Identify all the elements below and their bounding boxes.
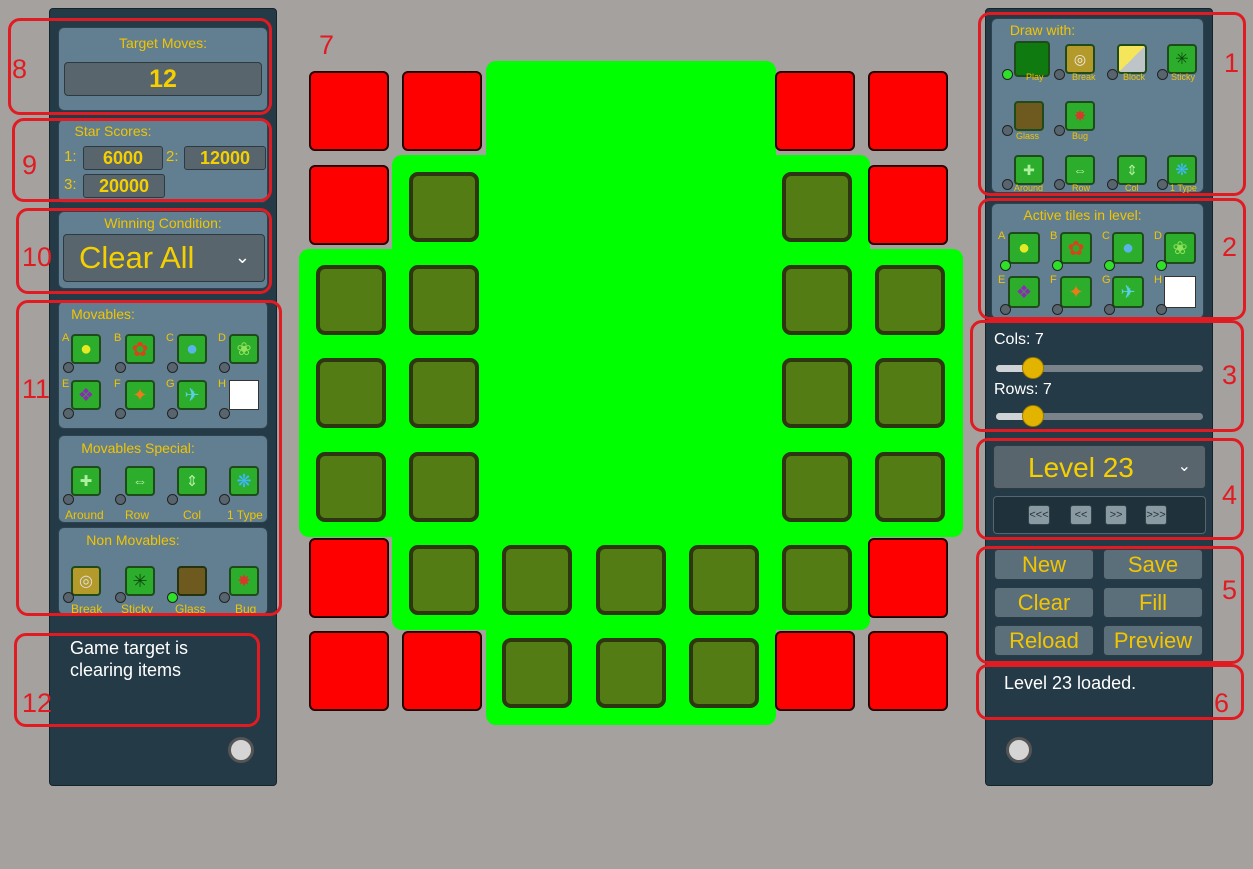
annotation-box-9 [12, 118, 272, 202]
annotation-label-4: 4 [1222, 480, 1238, 510]
annotation-label-9: 9 [22, 150, 38, 180]
board-cell-r4c1[interactable] [409, 452, 479, 522]
annotation-label-1: 1 [1224, 48, 1240, 78]
board-cell-r3c1[interactable] [409, 358, 479, 428]
annotation-box-4 [976, 438, 1244, 540]
board-cell-r5c6[interactable] [868, 538, 948, 618]
board-cell-r6c3[interactable] [596, 638, 666, 708]
board-cell-r3c0[interactable] [316, 358, 386, 428]
board-cell-r6c0[interactable] [309, 631, 389, 711]
board-cell-r5c5[interactable] [782, 545, 852, 615]
board-cell-r6c6[interactable] [868, 631, 948, 711]
board-cell-r1c5[interactable] [782, 172, 852, 242]
board-cell-r4c0[interactable] [316, 452, 386, 522]
annotation-box-10 [16, 208, 272, 294]
board-cell-r5c3[interactable] [596, 545, 666, 615]
annotation-box-5 [976, 546, 1244, 664]
board-cell-r4c6[interactable] [875, 452, 945, 522]
board-cell-r6c1[interactable] [402, 631, 482, 711]
board-cell-r2c6[interactable] [875, 265, 945, 335]
annotation-label-3: 3 [1222, 360, 1238, 390]
board-cell-r2c1[interactable] [409, 265, 479, 335]
board-cell-r5c4[interactable] [689, 545, 759, 615]
board-cell-r6c4[interactable] [689, 638, 759, 708]
board-cell-r1c0[interactable] [309, 165, 389, 245]
board-cell-r4c5[interactable] [782, 452, 852, 522]
board-cell-r5c2[interactable] [502, 545, 572, 615]
annotation-label-5: 5 [1222, 575, 1238, 605]
annotation-box-11 [16, 300, 282, 616]
board-bg-wide [299, 249, 963, 537]
board-cell-r3c6[interactable] [875, 358, 945, 428]
board-cell-r3c5[interactable] [782, 358, 852, 428]
settings-knob-icon[interactable] [228, 737, 254, 763]
annotation-label-6: 6 [1214, 688, 1230, 718]
annotation-label-2: 2 [1222, 232, 1238, 262]
settings-knob-icon[interactable] [1006, 737, 1032, 763]
annotation-label-11: 11 [22, 374, 51, 404]
annotation-box-3 [970, 320, 1244, 432]
board-cell-r0c1[interactable] [402, 71, 482, 151]
board-cell-r1c1[interactable] [409, 172, 479, 242]
board-cell-r0c0[interactable] [309, 71, 389, 151]
board-cell-r0c5[interactable] [775, 71, 855, 151]
board-cell-r0c6[interactable] [868, 71, 948, 151]
board-cell-r6c5[interactable] [775, 631, 855, 711]
board-cell-r5c1[interactable] [409, 545, 479, 615]
board-cell-r1c6[interactable] [868, 165, 948, 245]
board-cell-r6c2[interactable] [502, 638, 572, 708]
annotation-label-12: 12 [22, 688, 53, 718]
board-cell-r5c0[interactable] [309, 538, 389, 618]
annotation-box-8 [8, 18, 272, 115]
board-cell-r2c0[interactable] [316, 265, 386, 335]
annotation-label-8: 8 [12, 54, 28, 84]
annotation-label-10: 10 [22, 242, 53, 272]
board-cell-r2c5[interactable] [782, 265, 852, 335]
annotation-box-6 [976, 664, 1244, 720]
annotation-label-7: 7 [319, 30, 335, 60]
annotation-box-2 [978, 198, 1246, 320]
annotation-box-1 [978, 12, 1246, 196]
